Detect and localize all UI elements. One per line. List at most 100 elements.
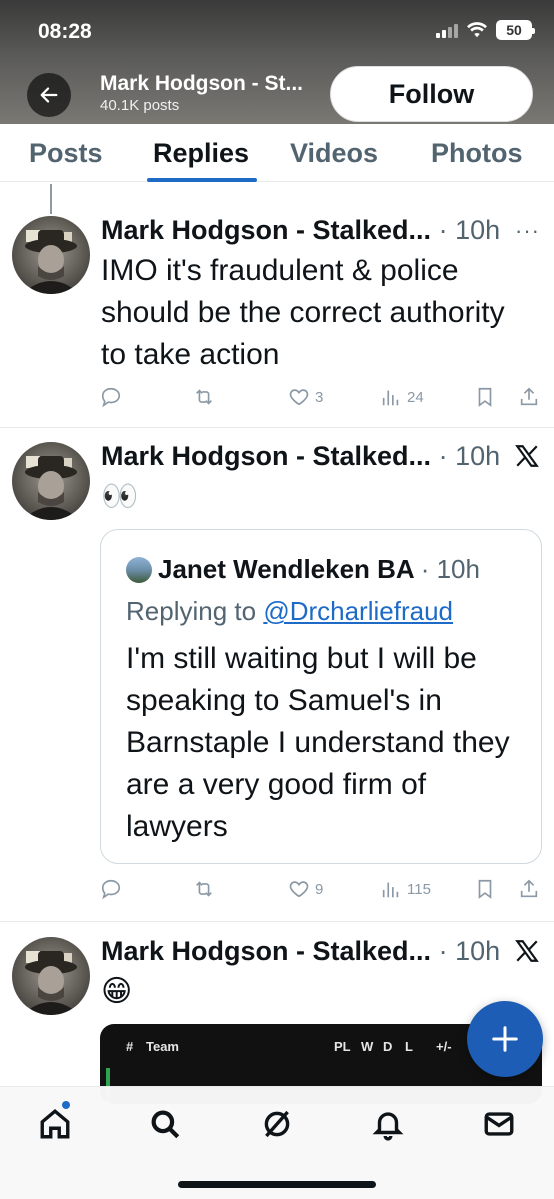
x-logo-icon (515, 940, 539, 962)
bookmark-button[interactable] (474, 386, 496, 408)
replying-to: Replying to @Drcharliefraud (126, 596, 453, 626)
quote-header: Janet Wendleken BA · 10h (126, 554, 480, 585)
share-button[interactable] (518, 386, 540, 408)
share-icon (520, 387, 538, 406)
repost-button[interactable] (193, 878, 215, 900)
post-header: Mark Hodgson - Stalked... · 10h (101, 936, 500, 967)
notification-dot (62, 1101, 70, 1109)
posts-count: 40.1K posts (100, 97, 180, 114)
home-icon (40, 1109, 70, 1139)
post-time: · 10h (438, 936, 501, 966)
search-icon (151, 1110, 180, 1139)
post-actions: 9 115 (100, 878, 540, 906)
thread-line (50, 184, 52, 214)
col-w: W (361, 1039, 374, 1054)
col-pl: PL (334, 1039, 351, 1054)
quote-text: I'm still waiting but I will be speaking… (126, 642, 510, 843)
repost-icon (196, 881, 212, 897)
x-logo-icon (515, 445, 539, 467)
arrow-left-icon (40, 87, 58, 103)
view-count: 115 (407, 880, 431, 898)
bookmark-icon (478, 387, 492, 407)
col-team: Team (146, 1039, 179, 1054)
nav-notifications[interactable] (371, 1107, 405, 1141)
plus-icon (492, 1026, 518, 1052)
quote-author: Janet Wendleken BA (158, 554, 415, 584)
author-name[interactable]: Mark Hodgson - Stalked... (101, 215, 431, 245)
tab-videos[interactable]: Videos (290, 138, 378, 169)
views-icon (382, 390, 399, 406)
follow-button[interactable]: Follow (330, 66, 533, 122)
col-l: L (405, 1039, 413, 1054)
profile-name: Mark Hodgson - St... (100, 72, 304, 95)
bookmark-icon (478, 879, 492, 899)
home-indicator (178, 1181, 376, 1188)
avatar[interactable] (12, 937, 90, 1015)
views-button[interactable]: 115 (380, 878, 431, 900)
heart-icon (289, 881, 309, 898)
tab-photos[interactable]: Photos (431, 138, 523, 169)
post-text: 👀 (101, 480, 139, 513)
avatar-portrait (22, 456, 80, 520)
share-icon (520, 879, 538, 898)
views-icon (382, 882, 399, 898)
replying-handle-link[interactable]: @Drcharliefraud (263, 596, 453, 626)
tab-posts[interactable]: Posts (29, 138, 103, 169)
nav-messages[interactable] (482, 1107, 516, 1141)
views-button[interactable]: 24 (380, 386, 424, 408)
nav-search[interactable] (148, 1107, 182, 1141)
avatar-portrait (22, 951, 80, 1015)
active-tab-indicator (147, 178, 257, 182)
like-count: 3 (315, 388, 324, 406)
nav-home[interactable] (38, 1107, 72, 1141)
compose-button[interactable] (467, 1001, 543, 1077)
share-button[interactable] (518, 878, 540, 900)
post-actions: 3 24 (100, 386, 540, 414)
grok-icon (264, 1110, 290, 1138)
nav-grok[interactable] (260, 1107, 294, 1141)
back-button[interactable] (27, 73, 71, 117)
author-name[interactable]: Mark Hodgson - Stalked... (101, 936, 431, 966)
envelope-icon (484, 1112, 514, 1136)
post-text: IMO it's fraudulent & police should be t… (101, 254, 505, 371)
repost-button[interactable] (193, 386, 215, 408)
more-icon[interactable]: ··· (515, 218, 540, 244)
repost-icon (196, 389, 212, 405)
profile-header: 08:28 50 Mark Hodgson - St... 40.1K post… (0, 0, 554, 124)
post-time: · 10h (438, 441, 501, 471)
reply-icon (101, 387, 121, 408)
status-time: 08:28 (38, 20, 92, 43)
view-count: 24 (407, 388, 424, 406)
post-text: 😁 (101, 975, 133, 1008)
post-time: · 10h (438, 215, 501, 245)
status-icons: 50 (436, 20, 535, 40)
col-hash: # (126, 1039, 134, 1054)
profile-tabs: Posts Replies Videos Photos (0, 124, 554, 182)
post-header: Mark Hodgson - Stalked... · 10h (101, 441, 500, 472)
like-count: 9 (315, 880, 324, 898)
wifi-icon (467, 22, 487, 38)
post-header: Mark Hodgson - Stalked... · 10h (101, 215, 500, 246)
bookmark-button[interactable] (474, 878, 496, 900)
avatar[interactable] (12, 216, 90, 294)
signal-icon (436, 22, 458, 38)
reply-button[interactable] (100, 386, 122, 408)
author-name[interactable]: Mark Hodgson - Stalked... (101, 441, 431, 471)
quote-time: · 10h (420, 554, 480, 584)
bell-icon (372, 1112, 404, 1141)
tab-replies[interactable]: Replies (153, 138, 249, 169)
reply-button[interactable] (100, 878, 122, 900)
col-gd: +/- (436, 1039, 452, 1054)
avatar[interactable] (12, 442, 90, 520)
like-button[interactable]: 3 (288, 386, 323, 408)
col-d: D (383, 1039, 393, 1054)
divider (0, 427, 554, 428)
quoted-post[interactable]: Janet Wendleken BA · 10h Replying to @Dr… (100, 529, 542, 864)
divider (0, 921, 554, 922)
quote-avatar (126, 556, 152, 583)
like-button[interactable]: 9 (288, 878, 323, 900)
reply-icon (101, 879, 121, 900)
battery-icon: 50 (496, 20, 535, 40)
heart-icon (289, 389, 309, 406)
avatar-portrait (22, 230, 80, 294)
